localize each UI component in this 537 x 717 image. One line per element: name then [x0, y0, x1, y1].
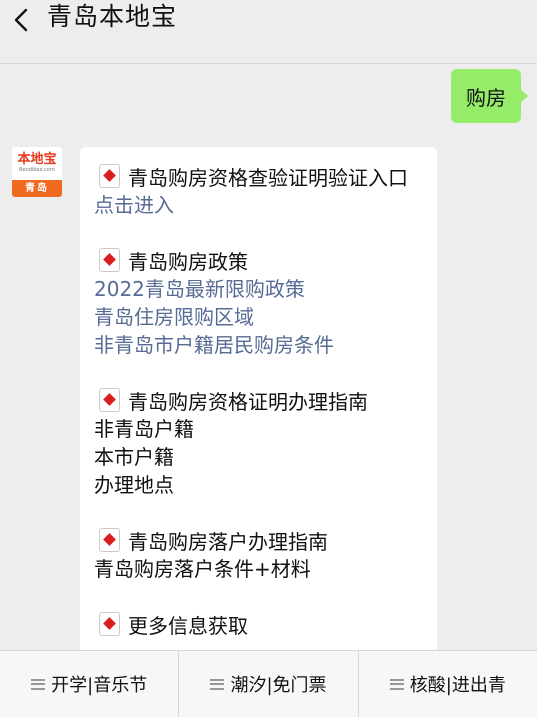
reply-sections: 青岛购房资格查验证明验证入口 点击进入青岛购房政策 2022青岛最新限购政策 青岛住房…	[94, 161, 437, 639]
section-text: 非青岛户籍	[94, 417, 194, 441]
menu-lines-icon	[31, 678, 46, 690]
section-title: 青岛购房资格证明办理指南	[128, 389, 368, 414]
diamond-card-icon	[99, 388, 120, 412]
user-message-bubble: 购房	[451, 69, 528, 123]
section-link[interactable]: 点击进入	[94, 191, 437, 219]
reply-section: 青岛购房落户办理指南青岛购房落户条件+材料	[94, 525, 437, 583]
section-heading: 青岛购房资格证明办理指南	[94, 385, 437, 415]
section-title: 更多信息获取	[128, 613, 248, 638]
avatar-logo: 本地宝 Bendibao.com	[12, 147, 62, 180]
top-bar: 青岛本地宝	[0, 0, 537, 64]
section-heading: 青岛购房落户办理指南	[94, 525, 437, 555]
diamond-card-icon	[99, 612, 120, 636]
menu-item-label: 开学|音乐节	[51, 675, 148, 696]
section-title: 青岛购房政策	[128, 249, 248, 274]
bottom-menu-bar: 开学|音乐节 潮汐|免门票 核酸|进出青	[0, 650, 537, 717]
section-heading: 更多信息获取	[94, 609, 437, 639]
section-text: 本市户籍	[94, 445, 174, 469]
back-arrow-icon[interactable]	[11, 7, 33, 33]
diamond-card-icon	[99, 528, 120, 552]
section-title: 青岛购房资格查验证明验证入口	[128, 165, 408, 190]
section-link[interactable]: 非青岛市户籍居民购房条件	[94, 331, 437, 359]
bot-reply-bubble: 青岛购房资格查验证明验证入口 点击进入青岛购房政策 2022青岛最新限购政策 青岛住房…	[80, 147, 437, 667]
section-text: 青岛购房落户条件+材料	[94, 557, 311, 581]
menu-item-1[interactable]: 开学|音乐节	[0, 651, 178, 717]
menu-lines-icon	[210, 678, 225, 690]
avatar-brand-text: 本地宝	[17, 152, 57, 167]
avatar-city-text: 青岛	[12, 180, 62, 197]
account-title: 青岛本地宝	[47, 2, 178, 31]
avatar-site-text: Bendibao.com	[19, 167, 55, 173]
section-title: 青岛购房落户办理指南	[128, 529, 328, 554]
section-link[interactable]: 2022青岛最新限购政策	[94, 275, 437, 303]
section-text: 办理地点	[94, 473, 174, 497]
reply-section: 青岛购房政策 2022青岛最新限购政策 青岛住房限购区域 非青岛市户籍居民购房条件	[94, 245, 437, 359]
menu-lines-icon	[389, 678, 404, 690]
diamond-card-icon	[99, 164, 120, 188]
reply-section: 更多信息获取	[94, 609, 437, 639]
reply-section: 青岛购房资格查验证明验证入口 点击进入	[94, 161, 437, 219]
reply-section: 青岛购房资格证明办理指南非青岛户籍本市户籍办理地点	[94, 385, 437, 499]
diamond-card-icon	[99, 248, 120, 272]
section-heading: 青岛购房资格查验证明验证入口	[94, 161, 437, 191]
section-heading: 青岛购房政策	[94, 245, 437, 275]
menu-item-label: 核酸|进出青	[409, 675, 506, 696]
section-link[interactable]: 青岛住房限购区域	[94, 303, 437, 331]
menu-item-label: 潮汐|免门票	[230, 675, 327, 696]
menu-item-2[interactable]: 潮汐|免门票	[178, 651, 357, 717]
menu-item-3[interactable]: 核酸|进出青	[357, 651, 537, 717]
account-avatar[interactable]: 本地宝 Bendibao.com 青岛	[12, 147, 62, 197]
